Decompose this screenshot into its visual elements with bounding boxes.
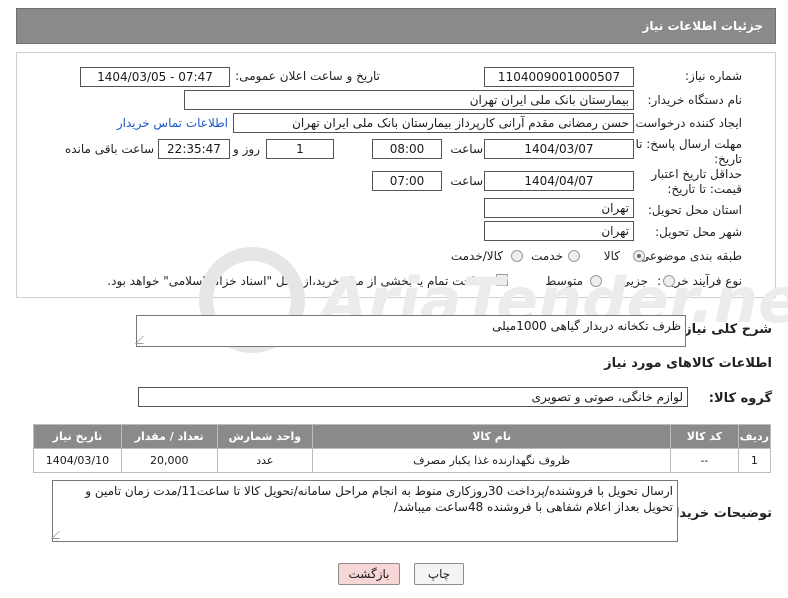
validity-date-field: 1404/04/07 [484,171,634,191]
buyer-notes-text: ارسال تحویل با فروشنده/پرداخت 30روزکاری … [85,484,673,514]
col-unit: واحد شمارش [216,424,314,449]
announce-label: تاریخ و ساعت اعلان عمومی: [235,69,380,83]
goods-info-title: اطلاعات کالاهای مورد نیاز [604,356,772,371]
creator-field: حسن رمضانی مقدم آرانی کارپرداز بیمارستان… [233,113,634,133]
buyer-org-label: نام دستگاه خریدار: [647,93,743,107]
category-service-radio[interactable] [568,250,580,262]
category-goods-radio[interactable] [633,250,645,262]
purchase-partial-radio[interactable] [663,275,675,287]
items-table: ردیف کد کالا نام کالا واحد شمارش تعداد /… [33,424,772,473]
category-service-label: خدمت [531,249,563,263]
cell-quantity: 20,000 [120,448,218,473]
buyer-contact-link[interactable]: اطلاعات تماس خریدار [117,116,228,130]
description-text: ظرف تکخانه دربدار گیاهی 1000میلی [492,319,681,333]
col-row-number: ردیف [737,424,772,449]
category-both-radio[interactable] [511,250,523,262]
province-label: استان محل تحویل: [647,203,742,217]
validity-time-field: 07:00 [372,171,442,191]
deadline-time-label: ساعت [450,142,483,156]
goods-group-label: گروه کالا: [708,391,772,406]
announce-datetime-field: 1404/03/05 - 07:47 [80,67,230,87]
back-button[interactable]: بازگشت [338,563,400,585]
description-label: شرح کلی نیاز: [678,322,772,337]
city-label: شهر محل تحویل: [655,225,742,239]
category-both-label: کالا/خدمت [450,249,503,263]
buyer-notes-textarea: ارسال تحویل با فروشنده/پرداخت 30روزکاری … [51,480,678,542]
cell-row-number: 1 [737,448,772,473]
print-button[interactable]: چاپ [414,563,464,585]
category-label: طبقه بندی موضوعی: [635,249,742,263]
resize-grip-icon[interactable] [135,336,151,344]
cell-need-date: 1404/03/10 [33,448,122,473]
days-field: 1 [266,139,334,159]
col-goods-code: کد کالا [670,424,739,449]
deadline-date-field: 1404/03/07 [484,139,634,159]
cell-goods-code: -- [670,448,739,473]
resize-grip-icon[interactable] [51,531,67,539]
table-header-row: ردیف کد کالا نام کالا واحد شمارش تعداد /… [33,424,772,449]
category-goods-label: کالا [603,249,620,263]
page-title: جزئیات اطلاعات نیاز [642,19,763,33]
city-field: تهران [484,221,634,241]
col-quantity: تعداد / مقدار [120,424,218,449]
table-row: 1 -- ظروف نگهدارنده غذا یکبار مصرف عدد 2… [33,448,772,473]
need-number-field: 1104009001000507 [484,67,634,87]
creator-label: ایجاد کننده درخواست: [631,116,742,130]
cell-goods-name: ظروف نگهدارنده غذا یکبار مصرف [312,448,672,473]
description-textarea: ظرف تکخانه دربدار گیاهی 1000میلی [135,315,686,347]
col-need-date: تاریخ نیاز [33,424,122,449]
treasury-payment-checkbox[interactable] [496,274,508,286]
details-header: جزئیات اطلاعات نیاز [16,8,776,44]
validity-label: حداقل تاریخ اعتبار قیمت: تا تاریخ: [651,167,742,196]
validity-time-label: ساعت [450,174,483,188]
cell-unit: عدد [216,448,314,473]
days-label: روز و [233,142,260,156]
purchase-medium-radio[interactable] [590,275,602,287]
buyer-org-field: بیمارستان بانک ملی ایران تهران [184,90,634,110]
goods-group-field: لوازم خانگی، صوتی و تصویری [138,387,688,407]
need-number-label: شماره نیاز: [685,69,742,83]
province-field: تهران [484,198,634,218]
col-goods-name: نام کالا [312,424,672,449]
deadline-label: مهلت ارسال پاسخ: تا تاریخ: [635,137,742,166]
purchase-medium-label: متوسط [545,274,583,288]
remaining-time-field: 22:35:47 [158,139,230,159]
purchase-partial-label: جزیی [620,274,648,288]
treasury-payment-note: پرداخت تمام یا بخشی از مبلغ خرید،از محل … [107,274,490,288]
buyer-notes-label: توضیحات خریدار: [662,506,772,521]
deadline-time-field: 08:00 [372,139,442,159]
remaining-label: ساعت باقی مانده [64,142,154,156]
